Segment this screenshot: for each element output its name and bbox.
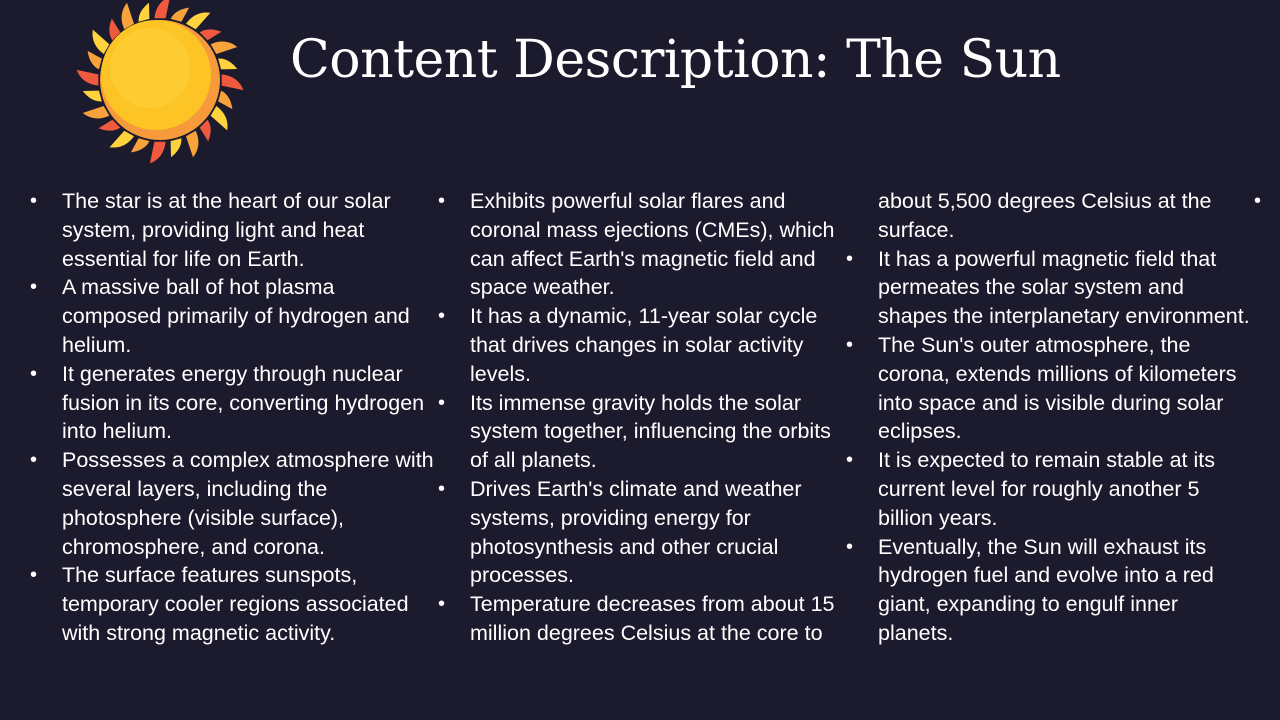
slide: Content Description: The Sun The star is… [0,0,1280,720]
sun-ray [121,2,134,30]
sun-ray [170,138,182,158]
sun-ray [82,106,110,119]
sun-ray [109,130,134,148]
sun-ray [130,138,150,153]
sun-icon [76,0,244,164]
page-title: Content Description: The Sun [290,30,1061,90]
bullet-item: The surface features sunspots, temporary… [28,561,436,647]
bullet-item: It has a powerful magnetic field that pe… [844,245,1252,331]
bullet-item: A massive ball of hot plasma composed pr… [28,273,436,359]
sun-ray [154,0,170,19]
bullet-item: It is expected to remain stable at its c… [844,446,1252,532]
sun-ray [210,106,228,131]
sun-ray [218,90,233,110]
bullet-item: The star is at the heart of our solar sy… [28,187,436,273]
bullet-item: Drives Earth's climate and weather syste… [436,475,844,590]
bullet-item: Its immense gravity holds the solar syst… [436,389,844,475]
bullet-item: Eventually, the Sun will exhaust its hyd… [844,533,1252,648]
sun-ray [138,2,150,22]
bullet-item: It has a dynamic, 11-year solar cycle th… [436,302,844,388]
sun-ray [149,141,166,164]
sun-ray [186,12,211,30]
content-body: The star is at the heart of our solar sy… [28,187,1261,687]
sun-ray [82,90,102,102]
sun-ray [210,41,238,54]
bullet-item: The Sun's outer atmosphere, the corona, … [844,331,1252,446]
bullet-item: It generates energy through nuclear fusi… [28,360,436,446]
bullet-item: Classified as a G-type main-sequence sta… [1252,187,1280,245]
sun-ray [170,7,190,22]
bullet-item: Exhibits powerful solar flares and coron… [436,187,844,302]
bullet-item: Possesses a complex atmosphere with seve… [28,446,436,561]
bullet-list: The star is at the heart of our solar sy… [28,187,1280,687]
sun-ray [92,29,110,54]
sun-ray [87,50,102,70]
sun-ray [76,69,99,86]
sun-ray [218,58,238,70]
sun-ray [221,74,244,91]
sun-ray [186,130,199,158]
